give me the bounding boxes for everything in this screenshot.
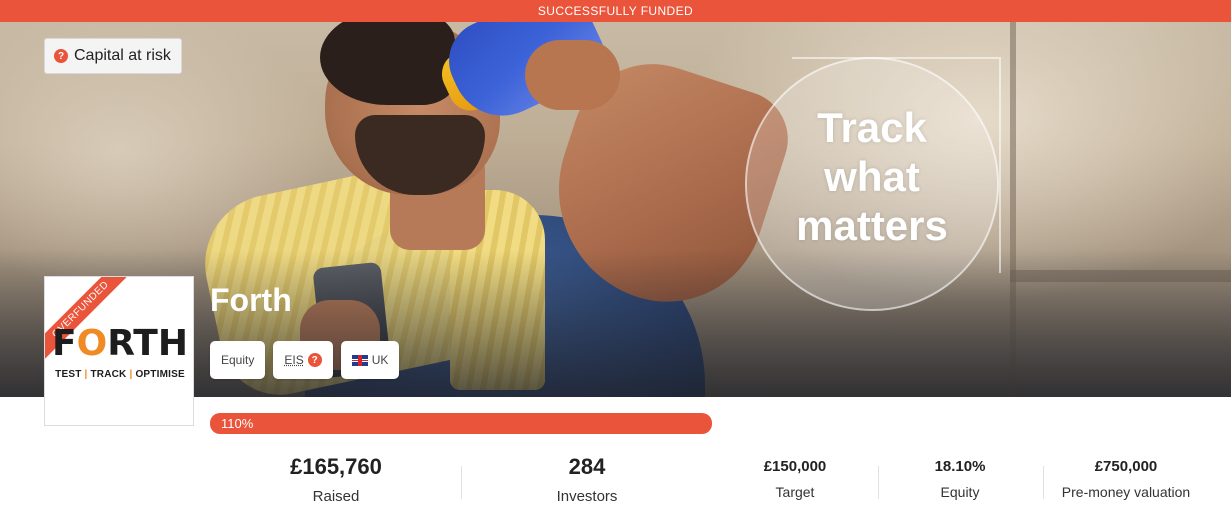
equity-label: Equity	[940, 484, 980, 500]
target-value: £150,000	[763, 458, 827, 475]
raised-value: £165,760	[290, 454, 382, 479]
tag-chips: Equity EIS ? UK	[210, 341, 400, 379]
investors-value: 284	[568, 454, 606, 479]
stat-divider	[1043, 466, 1044, 499]
progress-fill	[210, 413, 712, 434]
equity-chip[interactable]: Equity	[210, 341, 266, 379]
capital-at-risk-label: Capital at risk	[74, 47, 171, 64]
company-name: Forth	[210, 282, 292, 318]
stat-investors: 284 Investors	[487, 454, 687, 505]
stat-equity: 18.10% Equity	[885, 458, 1035, 500]
question-icon[interactable]: ?	[307, 353, 322, 367]
progress-percent: 110%	[221, 416, 254, 431]
target-label: Target	[775, 484, 815, 500]
hero-tagline: Track what matters	[796, 104, 948, 249]
valuation-value: £750,000	[1094, 458, 1158, 475]
logo-wordmark: FORTH	[52, 323, 188, 364]
stat-divider	[461, 466, 462, 499]
equity-value: 18.10%	[934, 458, 986, 475]
capital-at-risk-button[interactable]: ? Capital at risk	[44, 38, 182, 74]
stat-divider	[878, 466, 879, 499]
investors-label: Investors	[556, 488, 618, 505]
stat-pre-money-valuation: £750,000 Pre-money valuation	[1046, 458, 1206, 500]
country-chip[interactable]: UK	[340, 341, 400, 379]
raised-label: Raised	[312, 488, 360, 505]
logo-tagline: TEST | TRACK | OPTIMISE	[55, 369, 185, 380]
eis-chip[interactable]: EIS ?	[273, 341, 333, 379]
campaign-page: Track what matters SUCCESSFULLY FUNDED ?…	[0, 0, 1231, 528]
valuation-label: Pre-money valuation	[1061, 484, 1191, 500]
stat-raised: £165,760 Raised	[236, 454, 436, 505]
uk-flag-icon	[351, 354, 368, 366]
funding-status-banner: SUCCESSFULLY FUNDED	[0, 0, 1231, 22]
question-icon: ?	[54, 49, 68, 63]
funding-progress-bar: 110%	[210, 413, 712, 434]
stat-target: £150,000 Target	[715, 458, 875, 500]
company-logo: OVERFUNDED FORTH TEST | TRACK | OPTIMISE	[44, 276, 194, 426]
